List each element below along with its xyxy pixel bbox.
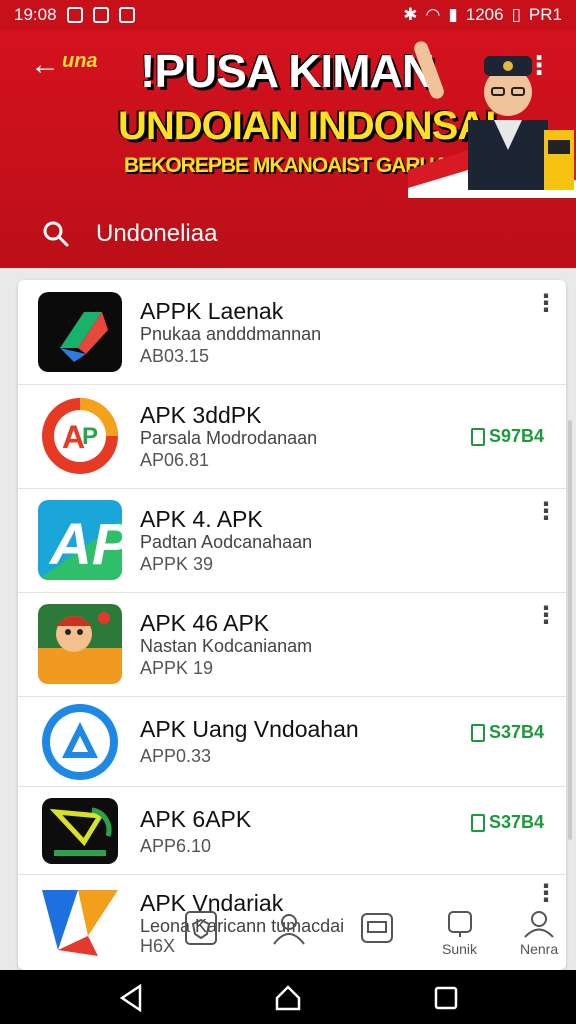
app-developer: Parsala Modrodanaan	[140, 428, 318, 448]
svg-text:AP: AP	[48, 512, 122, 577]
status-bar: 19:08 ✱ ◠ ▮ 1206 ▯ PR1	[0, 0, 576, 30]
bottom-tab-bar: Sunik Nenra	[0, 900, 576, 970]
list-item[interactable]: APK 46 APK Nastan Kodcanianam APPK 19 ⋮	[18, 592, 566, 697]
price-button[interactable]: S37B4	[470, 722, 544, 743]
app-notification-icon	[118, 7, 135, 23]
price-tag-icon	[470, 813, 485, 832]
back-arrow-icon[interactable]: ←	[30, 50, 60, 80]
app-developer: Pnukaa andddmannan	[140, 324, 322, 344]
more-options-icon[interactable]: ⋮	[534, 882, 558, 906]
brand-logo: una	[62, 50, 98, 72]
app-icon: AP	[38, 500, 122, 580]
nav-back-icon[interactable]	[118, 984, 146, 1012]
price-tag-icon	[470, 427, 485, 446]
tab-profile[interactable]: Nenra	[520, 910, 558, 957]
chat-tab-icon	[447, 911, 472, 937]
price-tag-icon	[470, 723, 485, 742]
price-label: S97B4	[488, 426, 544, 446]
signal-icon: ▮	[448, 5, 458, 24]
notification-icon	[66, 7, 83, 23]
app-name: APK 3ddPK	[140, 402, 262, 428]
app-version: AB03.15	[140, 346, 210, 366]
app-name: APPK Laenak	[140, 298, 284, 324]
search-bar[interactable]: Undoneliaa	[0, 206, 576, 262]
wifi-icon: ◠	[425, 5, 441, 24]
app-icon	[38, 292, 122, 372]
price-button[interactable]: S37B4	[470, 812, 544, 833]
list-item[interactable]: AP APK 4. APK Padtan Aodcanahaan APPK 39…	[18, 488, 566, 593]
app-icon	[42, 798, 118, 864]
price-label: S37B4	[488, 812, 544, 832]
more-options-icon[interactable]: ⋮	[534, 604, 558, 628]
tab-explore[interactable]	[270, 910, 308, 949]
app-name: APK 4. APK	[140, 506, 263, 532]
tab-sunik[interactable]: Sunik	[442, 910, 477, 957]
app-name: APK 46 APK	[140, 610, 270, 636]
list-item[interactable]: APPK Laenak Pnukaa andddmannan AB03.15 ⋮	[18, 280, 566, 385]
tab-apps[interactable]	[360, 910, 394, 949]
list-item[interactable]: A P APK 3ddPK Parsala Modrodanaan AP06.8…	[18, 384, 566, 489]
nav-home-icon[interactable]	[274, 984, 302, 1012]
mail-icon	[92, 7, 109, 23]
app-icon	[38, 604, 122, 684]
more-options-icon[interactable]: ⋮	[534, 500, 558, 524]
status-extra: PR1	[528, 5, 562, 24]
svg-text:P: P	[82, 423, 98, 450]
more-options-icon[interactable]: ⋮	[534, 292, 558, 316]
list-item[interactable]: APK Uang Vndoahan APP0.33 S37B4	[18, 696, 566, 787]
app-name: APK Uang Vndoahan	[140, 716, 359, 742]
battery-icon: ▯	[511, 5, 521, 24]
tab-label: Nenra	[520, 941, 559, 957]
app-icon	[42, 704, 118, 780]
app-version: AP06.81	[140, 450, 210, 470]
shield-tab-icon	[185, 911, 217, 945]
status-time: 19:08	[14, 5, 57, 24]
search-query[interactable]: Undoneliaa	[96, 220, 217, 248]
search-icon	[43, 221, 69, 247]
nav-recents-icon[interactable]	[432, 984, 460, 1012]
app-version: APPK 19	[140, 658, 214, 678]
tab-label: Sunik	[442, 941, 478, 957]
price-label: S37B4	[488, 722, 544, 742]
app-developer: Nastan Kodcanianam	[140, 636, 313, 656]
price-button[interactable]: S97B4	[470, 426, 544, 447]
app-name: APK 6APK	[140, 806, 252, 832]
banner-headline-1: !PUSA KIMAN	[140, 45, 435, 97]
app-icon: A P	[42, 398, 118, 474]
status-battery-text: 1206	[465, 5, 504, 24]
app-version: APP6.10	[140, 836, 212, 856]
app-list: APPK Laenak Pnukaa andddmannan AB03.15 ⋮…	[18, 280, 566, 970]
overflow-menu-icon[interactable]: ⋮	[526, 52, 552, 78]
list-item[interactable]: APK 6APK APP6.10 S37B4	[18, 786, 566, 875]
person-tab-icon	[524, 911, 554, 938]
app-version: APPK 39	[140, 554, 214, 574]
app-version: APP0.33	[140, 746, 212, 766]
scrollbar[interactable]	[568, 420, 572, 840]
tab-home[interactable]	[184, 910, 218, 949]
system-navigation-bar	[0, 970, 576, 1024]
banner-headline-3: BEKOREPBE MKANOAIST GARUAI	[124, 154, 454, 177]
bluetooth-icon: ✱	[403, 5, 418, 24]
people-tab-icon	[273, 914, 305, 945]
window-tab-icon	[361, 913, 393, 943]
app-developer: Padtan Aodcanahaan	[140, 532, 313, 552]
app-header: ← una !PUSA KIMAN UNDOIAN INDONSAI BEKOR…	[0, 30, 576, 268]
